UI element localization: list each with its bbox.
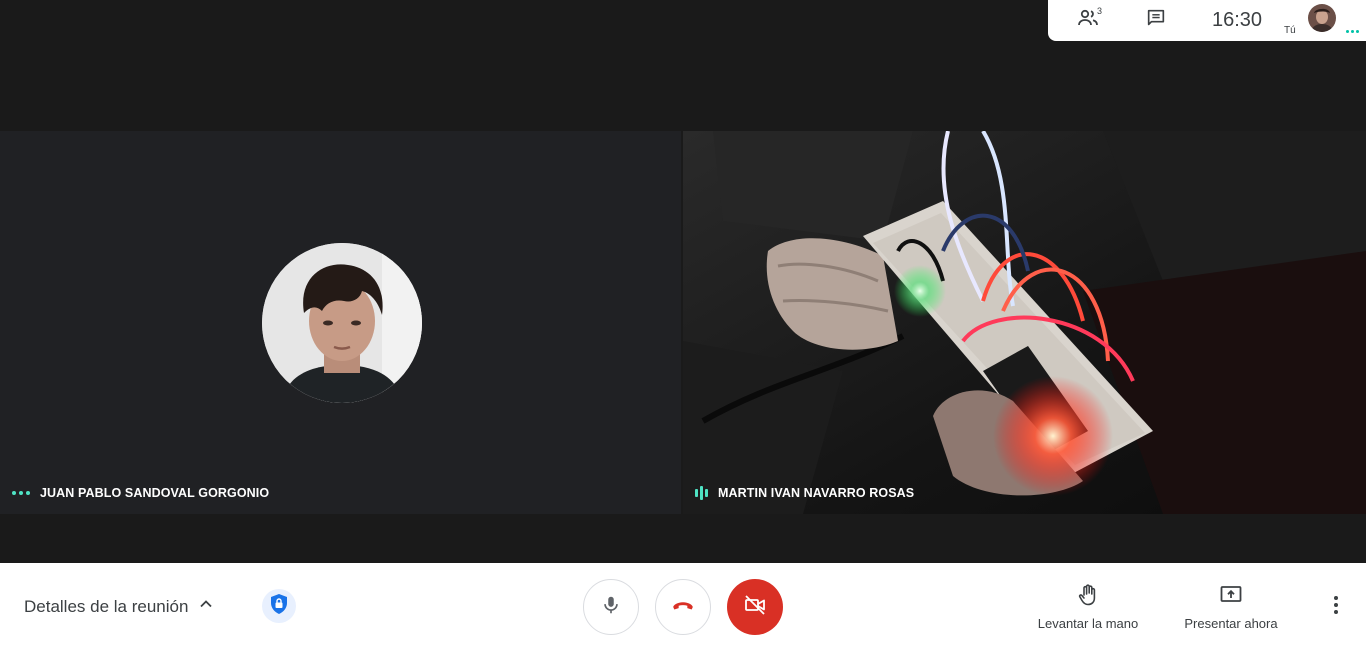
participant-name-tag: JUAN PABLO SANDOVAL GORGONIO: [12, 486, 269, 500]
security-button[interactable]: [262, 589, 296, 623]
more-vert-icon: [1333, 595, 1339, 620]
participant-tile-juan[interactable]: JUAN PABLO SANDOVAL GORGONIO: [0, 131, 681, 514]
participant-count-badge: 3: [1097, 6, 1103, 16]
participant-avatar: [262, 243, 422, 403]
lock-shield-icon: [269, 593, 289, 620]
chat-icon: [1145, 7, 1167, 34]
mic-button[interactable]: [583, 579, 639, 635]
participant-name: JUAN PABLO SANDOVAL GORGONIO: [40, 486, 270, 500]
camera-toggle-button[interactable]: [727, 579, 783, 635]
participant-name: MARTIN IVAN NAVARRO ROSAS: [718, 486, 915, 500]
present-now-button[interactable]: Presentar ahora: [1176, 583, 1286, 631]
raise-hand-label: Levantar la mano: [1037, 616, 1139, 631]
bottom-control-bar: Detalles de la reunión Levantar la mano …: [0, 563, 1366, 649]
meeting-details-button[interactable]: Detalles de la reunión: [24, 596, 214, 617]
meet-window: 3 16:30 Tú JUAN PABLO SANDOVAL GORGONIO …: [0, 0, 1366, 649]
raise-hand-button[interactable]: Levantar la mano: [1030, 583, 1146, 631]
participant-video: [683, 131, 1366, 514]
present-screen-icon: [1219, 583, 1243, 610]
meeting-details-label: Detalles de la reunión: [24, 596, 189, 616]
self-avatar: [1308, 4, 1336, 32]
present-now-label: Presentar ahora: [1184, 616, 1278, 631]
meeting-info-bar: 3 16:30 Tú: [1048, 0, 1366, 41]
speaking-indicator-icon: [695, 486, 708, 500]
participants-button[interactable]: 3: [1068, 0, 1108, 41]
audio-dots-icon: [12, 491, 30, 495]
self-more-dots: [1346, 30, 1359, 33]
clock-time: 16:30: [1211, 9, 1263, 31]
chevron-up-icon: [198, 596, 214, 617]
hangup-button[interactable]: [655, 579, 711, 635]
participant-name-tag: MARTIN IVAN NAVARRO ROSAS: [695, 486, 914, 500]
self-view[interactable]: Tú: [1280, 0, 1366, 41]
hand-icon: [1076, 583, 1100, 610]
mic-icon: [600, 594, 622, 621]
phone-hangup-icon: [670, 592, 696, 623]
camera-off-icon: [743, 593, 767, 622]
self-label: Tú: [1284, 25, 1296, 36]
chat-button[interactable]: [1138, 0, 1174, 41]
participant-tile-martin[interactable]: MARTIN IVAN NAVARRO ROSAS: [683, 131, 1366, 514]
more-options-button[interactable]: [1322, 593, 1350, 621]
